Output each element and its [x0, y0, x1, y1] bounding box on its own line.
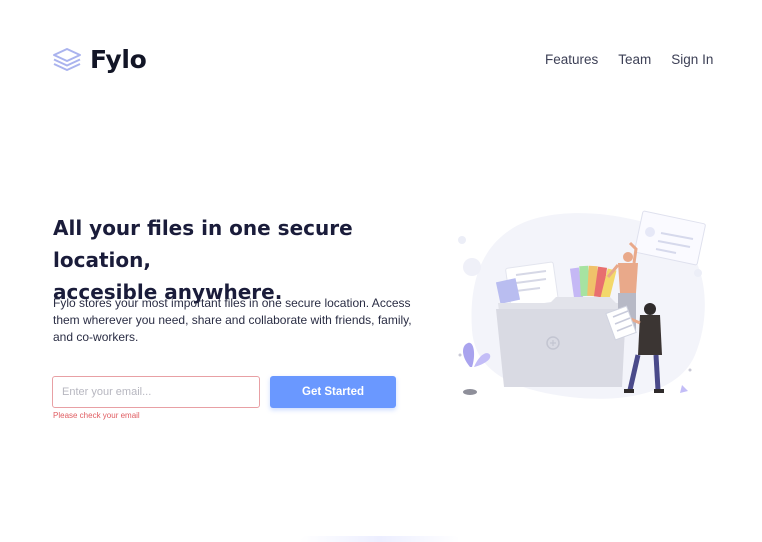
email-input[interactable]	[52, 376, 260, 408]
hero-title-line-1: All your files in one secure location,	[53, 216, 353, 272]
nav-link-sign-in[interactable]: Sign In	[671, 52, 713, 67]
nav-link-team[interactable]: Team	[618, 52, 651, 67]
brand-logo[interactable]: Fylo	[52, 44, 147, 74]
brand-name: Fylo	[90, 44, 147, 74]
section-divider	[300, 536, 460, 542]
file-sharing-illustration	[458, 210, 706, 399]
site-header: Fylo Features Team Sign In	[0, 0, 762, 120]
nav-link-features[interactable]: Features	[545, 52, 598, 67]
email-error-message: Please check your email	[53, 411, 140, 420]
layers-icon	[53, 48, 81, 71]
main-nav: Features Team Sign In	[545, 52, 713, 67]
hero-title: All your files in one secure location, a…	[53, 212, 433, 308]
get-started-button[interactable]: Get Started	[270, 376, 396, 408]
hero-description: Fylo stores your most important files in…	[53, 296, 412, 344]
